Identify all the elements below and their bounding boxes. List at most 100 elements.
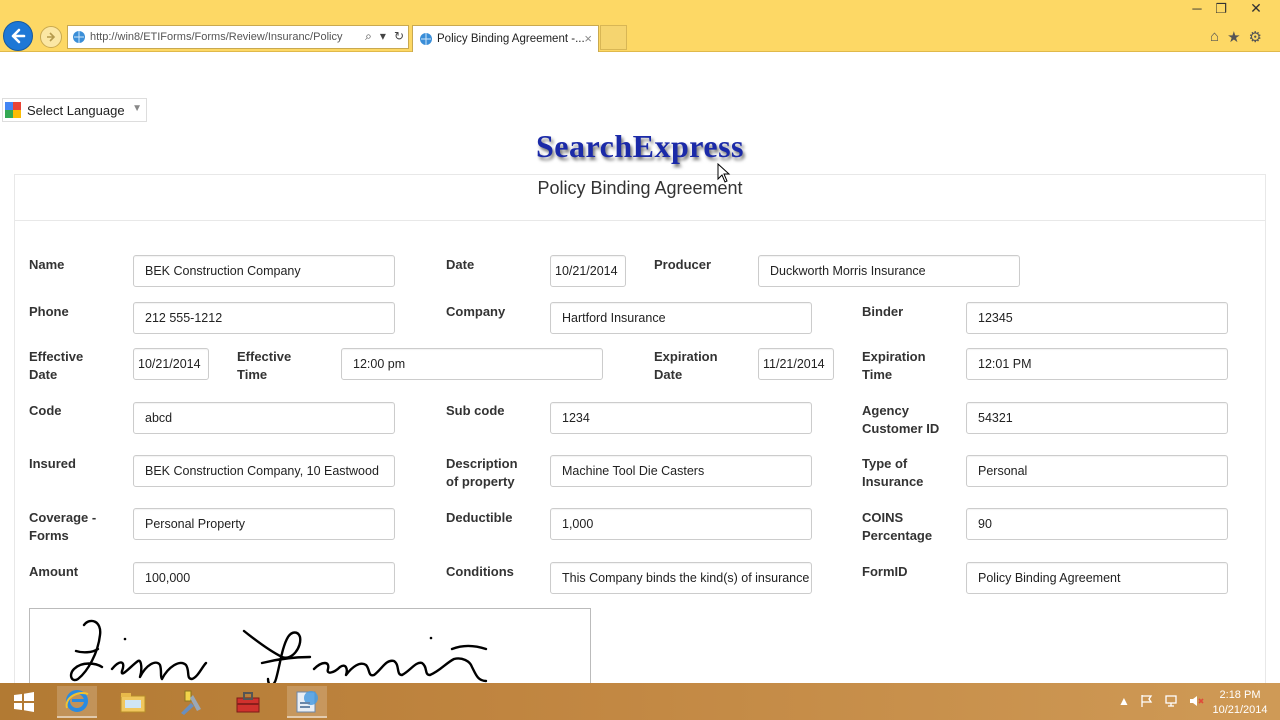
favorites-icon[interactable]: ★: [1227, 28, 1240, 46]
clock-date: 10/21/2014: [1212, 704, 1268, 716]
address-url[interactable]: http://win8/ETIForms/Forms/Review/Insura…: [90, 31, 352, 43]
search-icon[interactable]: ⌕: [365, 29, 372, 44]
coverage-forms-label-line1: Coverage -: [29, 510, 97, 525]
date-field[interactable]: 10/21/2014: [550, 255, 626, 287]
amount-field[interactable]: 100,000: [133, 562, 395, 594]
conditions-label: Conditions: [446, 564, 514, 579]
tools-icon: [181, 690, 201, 715]
effective-time-label-line1: Effective: [237, 349, 292, 364]
minimize-icon[interactable]: ─: [1185, 1, 1209, 16]
refresh-icon[interactable]: ↻: [394, 29, 404, 44]
agency-customer-id-label: Agency Customer ID: [862, 402, 939, 438]
producer-field[interactable]: Duckworth Morris Insurance: [758, 255, 1020, 287]
address-dropdown-icon[interactable]: ▾: [380, 29, 386, 44]
coins-percentage-field[interactable]: 90: [966, 508, 1228, 540]
sub-code-field[interactable]: 1234: [550, 402, 812, 434]
code-label: Code: [29, 403, 62, 418]
address-bar[interactable]: http://win8/ETIForms/Forms/Review/Insura…: [67, 25, 409, 49]
form-id-field[interactable]: Policy Binding Agreement: [966, 562, 1228, 594]
tab-title: Policy Binding Agreement -...: [437, 33, 585, 45]
taskbar-toolbox-app[interactable]: [228, 686, 268, 718]
coins-percentage-label-line2: Percentage: [862, 528, 933, 543]
expiration-time-label-line2: Time: [862, 367, 893, 382]
binder-label: Binder: [862, 304, 904, 319]
agency-customer-id-label-line2: Customer ID: [862, 421, 940, 436]
tab-close-icon[interactable]: ×: [584, 31, 592, 46]
name-field[interactable]: BEK Construction Company: [133, 255, 395, 287]
toolbox-icon: [236, 692, 260, 713]
description-label: Description of property: [446, 455, 518, 491]
type-of-insurance-field[interactable]: Personal: [966, 455, 1228, 487]
show-hidden-icons-icon[interactable]: ▲: [1118, 694, 1130, 708]
chevron-down-icon: ▼: [132, 103, 142, 114]
effective-time-label: Effective Time: [237, 348, 291, 384]
date-label: Date: [446, 257, 475, 272]
language-select[interactable]: Select Language ▼: [2, 98, 147, 122]
expiration-time-label: Expiration Time: [862, 348, 926, 384]
close-window-icon[interactable]: ✕: [1236, 0, 1276, 20]
expiration-time-label-line1: Expiration: [862, 349, 926, 364]
description-field[interactable]: Machine Tool Die Casters: [550, 455, 812, 487]
deductible-label: Deductible: [446, 510, 513, 525]
folder-icon: [120, 693, 146, 713]
conditions-field[interactable]: This Company binds the kind(s) of insura…: [550, 562, 812, 594]
type-of-insurance-label-line2: Insurance: [862, 474, 924, 489]
amount-label: Amount: [29, 564, 79, 579]
restore-icon[interactable]: ❐: [1209, 1, 1233, 17]
internet-explorer-icon: [65, 690, 89, 712]
taskbar-clock[interactable]: 2:18 PM 10/21/2014: [1208, 688, 1272, 718]
speaker-muted-icon[interactable]: [1188, 694, 1204, 708]
insured-field[interactable]: BEK Construction Company, 10 Eastwood: [133, 455, 395, 487]
taskbar-tools-app[interactable]: [170, 686, 210, 718]
coverage-forms-label: Coverage - Forms: [29, 509, 96, 545]
taskbar-internet-explorer[interactable]: [57, 686, 97, 718]
effective-time-field[interactable]: 12:00 pm: [341, 348, 603, 380]
coverage-forms-label-line2: Forms: [29, 528, 69, 543]
company-label: Company: [446, 304, 506, 319]
system-tray: ▲: [1118, 694, 1204, 708]
google-translate-icon: [5, 102, 21, 118]
expiration-date-label: Expiration Date: [654, 348, 718, 384]
settings-gear-icon[interactable]: ⚙: [1249, 28, 1262, 46]
form-title: Policy Binding Agreement: [537, 178, 743, 198]
language-select-label: Select Language: [27, 102, 125, 118]
forward-button[interactable]: [40, 26, 62, 48]
coverage-forms-field[interactable]: Personal Property: [133, 508, 395, 540]
code-field[interactable]: abcd: [133, 402, 395, 434]
effective-date-field[interactable]: 10/21/2014: [133, 348, 209, 380]
searchexpress-logo: SearchExpress: [536, 128, 744, 164]
network-icon[interactable]: [1164, 694, 1178, 708]
home-icon[interactable]: ⌂: [1210, 28, 1219, 46]
producer-label: Producer: [654, 257, 712, 272]
phone-field[interactable]: 212 555-1212: [133, 302, 395, 334]
tab-policy-binding-agreement[interactable]: Policy Binding Agreement -... ×: [412, 25, 599, 52]
expiration-date-field[interactable]: 11/21/2014: [758, 348, 834, 380]
start-button[interactable]: [4, 686, 44, 718]
form-id-label: FormID: [862, 564, 908, 579]
taskbar-searchexpress-app[interactable]: [287, 686, 327, 718]
description-label-line2: of property: [446, 474, 515, 489]
back-button[interactable]: [3, 21, 33, 51]
windows-logo-icon: [14, 692, 34, 712]
new-tab-button[interactable]: [600, 25, 627, 50]
deductible-field[interactable]: 1,000: [550, 508, 812, 540]
description-label-line1: Description: [446, 456, 518, 471]
expiration-time-field[interactable]: 12:01 PM: [966, 348, 1228, 380]
tab-favicon-icon: [420, 33, 432, 45]
agency-customer-id-field[interactable]: 54321: [966, 402, 1228, 434]
taskbar-file-explorer[interactable]: [113, 686, 153, 718]
phone-label: Phone: [29, 304, 69, 319]
coins-percentage-label: COINS Percentage: [862, 509, 932, 545]
mouse-cursor-icon: [717, 163, 731, 183]
name-label: Name: [29, 257, 65, 272]
effective-date-label-line2: Date: [29, 367, 58, 382]
flag-icon[interactable]: [1140, 694, 1154, 708]
effective-time-label-line2: Time: [237, 367, 268, 382]
insured-label: Insured: [29, 456, 76, 471]
clock-time: 2:18 PM: [1219, 689, 1261, 701]
binder-field[interactable]: 12345: [966, 302, 1228, 334]
forward-arrow-icon: [47, 32, 56, 42]
company-field[interactable]: Hartford Insurance: [550, 302, 812, 334]
back-arrow-icon: [11, 28, 26, 44]
app-document-icon: [296, 691, 318, 713]
